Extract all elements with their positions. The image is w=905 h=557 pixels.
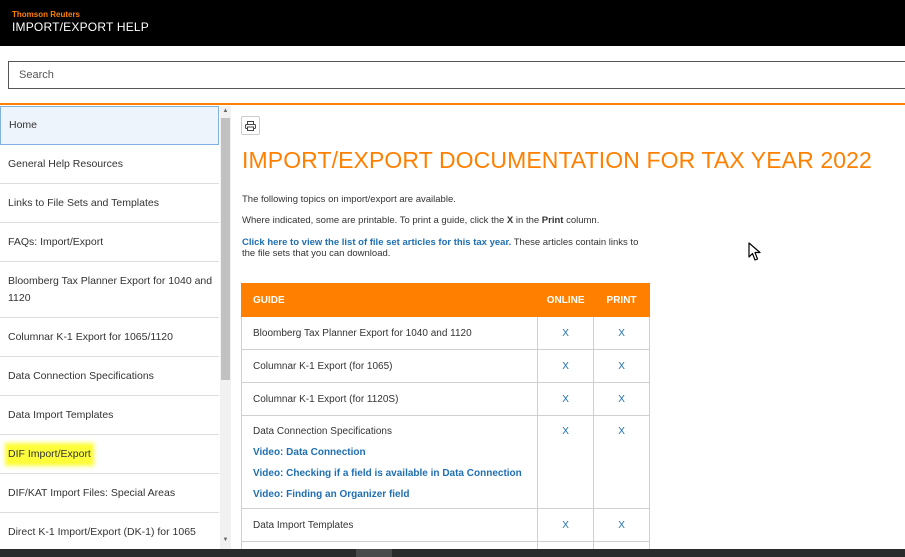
main-content: IMPORT/EXPORT DOCUMENTATION FOR TAX YEAR… bbox=[231, 106, 905, 549]
sidebar-item-label: Links to File Sets and Templates bbox=[8, 196, 159, 209]
sidebar-item-label: FAQs: Import/Export bbox=[8, 235, 104, 248]
guide-name: Data Connection Specifications bbox=[253, 426, 392, 437]
sidebar-item-data-connection[interactable]: Data Connection Specifications bbox=[0, 357, 219, 396]
app-header: Thomson Reuters IMPORT/EXPORT HELP bbox=[0, 0, 905, 46]
sidebar-item-label: Bloomberg Tax Planner Export for 1040 an… bbox=[8, 274, 213, 304]
mouse-pointer-icon bbox=[748, 242, 761, 261]
sidebar-item-label: General Help Resources bbox=[8, 157, 123, 170]
scroll-down-icon[interactable]: ▼ bbox=[220, 537, 231, 547]
guide-table: GUIDE ONLINE PRINT Bloomberg Tax Planner… bbox=[240, 283, 650, 549]
table-row bbox=[240, 541, 650, 549]
sidebar-item-faqs[interactable]: FAQs: Import/Export bbox=[0, 223, 219, 262]
printer-icon bbox=[245, 120, 256, 131]
online-link[interactable]: X bbox=[537, 415, 595, 509]
print-instruction-before: Where indicated, some are printable. To … bbox=[242, 215, 507, 226]
column-header-online: ONLINE bbox=[537, 283, 595, 317]
guide-name: Columnar K-1 Export (for 1120S) bbox=[240, 382, 539, 416]
sidebar-nav: Home General Help Resources Links to Fil… bbox=[0, 106, 219, 549]
sidebar-item-bloomberg[interactable]: Bloomberg Tax Planner Export for 1040 an… bbox=[0, 262, 219, 318]
sidebar-item-label: Data Import Templates bbox=[8, 408, 114, 421]
print-instruction-middle: in the bbox=[513, 215, 542, 226]
sidebar-item-links-file-sets[interactable]: Links to File Sets and Templates bbox=[0, 184, 219, 223]
page: Thomson Reuters IMPORT/EXPORT HELP Home … bbox=[0, 0, 905, 557]
print-button[interactable] bbox=[241, 116, 260, 135]
print-instruction: Where indicated, some are printable. To … bbox=[242, 215, 599, 226]
column-header-print: PRINT bbox=[593, 283, 650, 317]
sidebar-item-label: Data Connection Specifications bbox=[8, 369, 154, 382]
online-link[interactable]: X bbox=[537, 349, 595, 383]
page-title: IMPORT/EXPORT DOCUMENTATION FOR TAX YEAR… bbox=[242, 147, 872, 173]
table-row: Bloomberg Tax Planner Export for 1040 an… bbox=[240, 316, 650, 350]
sidebar-item-label: DIF Import/Export bbox=[8, 445, 91, 463]
guide-name: Columnar K-1 Export (for 1065) bbox=[240, 349, 539, 383]
file-set-link[interactable]: Click here to view the list of file set … bbox=[242, 237, 511, 248]
table-row: Data Import Templates X X bbox=[240, 508, 650, 542]
intro-text: The following topics on import/export ar… bbox=[242, 194, 456, 205]
table-row: Columnar K-1 Export (for 1065) X X bbox=[240, 349, 650, 383]
sidebar-item-home[interactable]: Home bbox=[0, 106, 219, 145]
table-row: Data Connection Specifications Video: Da… bbox=[240, 415, 650, 509]
online-link[interactable]: X bbox=[537, 382, 595, 416]
table-header-row: GUIDE ONLINE PRINT bbox=[240, 283, 650, 317]
print-link[interactable]: X bbox=[593, 349, 650, 383]
bottom-scrollbar[interactable] bbox=[0, 549, 905, 557]
sidebar-item-dif[interactable]: DIF Import/Export bbox=[0, 435, 219, 474]
print-link[interactable]: X bbox=[593, 382, 650, 416]
sidebar-item-label: Home bbox=[9, 119, 38, 131]
print-link[interactable]: X bbox=[593, 316, 650, 350]
print-link[interactable]: X bbox=[593, 415, 650, 509]
file-set-paragraph: Click here to view the list of file set … bbox=[242, 237, 642, 259]
video-link-finding-organizer[interactable]: Video: Finding an Organizer field bbox=[253, 489, 537, 500]
search-input[interactable] bbox=[9, 62, 905, 88]
video-link-checking-field[interactable]: Video: Checking if a field is available … bbox=[253, 468, 537, 479]
sidebar: Home General Help Resources Links to Fil… bbox=[0, 106, 231, 549]
sidebar-item-general-help[interactable]: General Help Resources bbox=[0, 145, 219, 184]
sidebar-item-label: Direct K-1 Import/Export (DK-1) for 1065 bbox=[8, 525, 196, 538]
online-link[interactable]: X bbox=[537, 316, 595, 350]
sidebar-item-dif-kat[interactable]: DIF/KAT Import Files: Special Areas bbox=[0, 474, 219, 513]
app-title: IMPORT/EXPORT HELP bbox=[12, 20, 149, 34]
header-divider bbox=[0, 103, 905, 105]
guide-name: Data Import Templates bbox=[240, 508, 539, 542]
online-link[interactable]: X bbox=[537, 508, 595, 542]
sidebar-item-label: DIF/KAT Import Files: Special Areas bbox=[8, 486, 176, 499]
bottom-scroll-thumb[interactable] bbox=[356, 549, 392, 557]
brand-logo: Thomson Reuters bbox=[12, 10, 81, 19]
scroll-thumb[interactable] bbox=[221, 118, 230, 380]
scroll-up-icon[interactable]: ▲ bbox=[220, 108, 231, 118]
guide-name: Bloomberg Tax Planner Export for 1040 an… bbox=[240, 316, 539, 350]
table-row: Columnar K-1 Export (for 1120S) X X bbox=[240, 382, 650, 416]
guide-cell: Data Connection Specifications Video: Da… bbox=[240, 415, 539, 509]
print-instruction-print: Print bbox=[541, 215, 564, 226]
sidebar-item-data-import[interactable]: Data Import Templates bbox=[0, 396, 219, 435]
search-box[interactable] bbox=[8, 61, 905, 89]
print-cell-empty bbox=[593, 541, 650, 549]
video-link-data-connection[interactable]: Video: Data Connection bbox=[253, 447, 537, 458]
sidebar-scrollbar[interactable]: ▲ ▼ bbox=[220, 106, 231, 549]
online-cell-empty bbox=[537, 541, 595, 549]
print-instruction-after: column. bbox=[563, 215, 600, 226]
print-link[interactable]: X bbox=[593, 508, 650, 542]
guide-name-empty bbox=[240, 541, 539, 549]
column-header-guide: GUIDE bbox=[240, 283, 539, 317]
sidebar-item-label: Columnar K-1 Export for 1065/1120 bbox=[8, 330, 173, 343]
sidebar-item-direct-k1[interactable]: Direct K-1 Import/Export (DK-1) for 1065 bbox=[0, 513, 219, 549]
sidebar-item-columnar-k1[interactable]: Columnar K-1 Export for 1065/1120 bbox=[0, 318, 219, 357]
